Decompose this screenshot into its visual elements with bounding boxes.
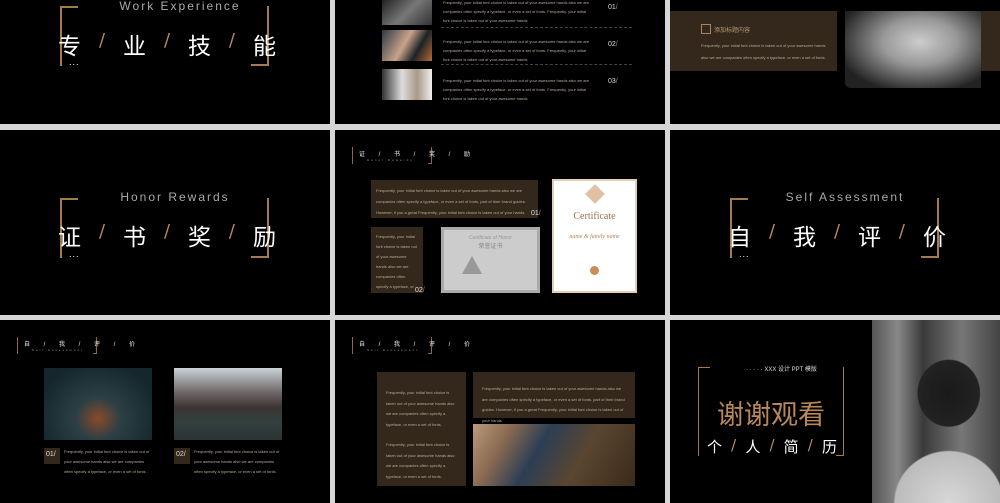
slide-subtitle: Self Assessment (785, 190, 905, 204)
slide-certificates[interactable]: 证 / 书 / 奖 / 励 Honor Rewards Frequently, y… (335, 130, 665, 315)
certificate-honor: Certificate of Honor 荣誉证书 (441, 227, 540, 293)
number-badge: 02/ (174, 448, 190, 464)
slide-thanks[interactable]: · · · · · XXX 设计 PPT 模版 谢谢观看 个 / 人 / 简 / 历 (670, 320, 1000, 503)
star-icon (462, 256, 482, 274)
item-number: 03/ (608, 78, 618, 85)
photo-person (473, 424, 635, 486)
slide-title: 自 / 我 / 评 / 价 (728, 221, 946, 251)
section-title: 证 / 书 / 奖 / 励 Honor Rewards (352, 147, 470, 164)
slide-self-text[interactable]: 自 / 我 / 评 / 价 Self Assessment Frequently,… (335, 320, 665, 503)
text-box-2: Frequently, your initial font choice is … (371, 227, 423, 293)
divider (441, 64, 632, 65)
slide-work-list[interactable]: Frequently, your initial font choice is … (335, 0, 665, 124)
number-01: 01/ (531, 210, 541, 217)
item-text: Frequently, your initial font choice is … (443, 0, 590, 23)
certificate: Certificate name & family name (552, 179, 637, 293)
tagline: · · · · · XXX 设计 PPT 模版 (746, 367, 817, 373)
item-text: Frequently, your initial font choice is … (443, 39, 590, 62)
photo-road (174, 368, 282, 440)
photo-city (44, 368, 152, 440)
photo-3 (382, 69, 432, 100)
resume-title: 个 / 人 / 简 / 历 (707, 436, 837, 456)
photo-2 (382, 30, 432, 61)
photo-portrait (872, 320, 1000, 503)
section-title: 自 / 我 / 评 / 价 Self Assessment (17, 337, 135, 354)
slide-self-photos[interactable]: 自 / 我 / 评 / 价 Self Assessment 01/ Frequen… (0, 320, 330, 503)
text-box-1: Frequently, your initial font choice is … (371, 180, 538, 218)
slide-subtitle: Work Experience (119, 0, 241, 13)
item-number: 02/ (608, 41, 618, 48)
slide-feature[interactable]: 添加标题内容 Frequently, your initial font cho… (670, 0, 1000, 124)
slide-title: 证 / 书 / 奖 / 励 (58, 221, 276, 251)
bracket-right (836, 367, 844, 456)
item-text: Frequently, your initial font choice is … (64, 449, 150, 474)
thanks-title: 谢谢观看 (717, 400, 825, 431)
item-text: Frequently, your initial font choice is … (443, 78, 590, 101)
text-panel: 添加标题内容 Frequently, your initial font cho… (670, 11, 837, 71)
slide-honor-rewards[interactable]: Honor Rewards 证 / 书 / 奖 / 励 ... (0, 130, 330, 315)
item-text: Frequently, your initial font choice is … (194, 449, 280, 474)
panel-text: Frequently, your initial font choice is … (701, 43, 826, 60)
number-02: 02/ (415, 287, 425, 294)
image-icon (701, 24, 711, 34)
text-panel-left: Frequently, your initial font choice is … (377, 372, 466, 486)
slide-title: 专 / 业 / 技 / 能 (58, 30, 276, 60)
divider (441, 27, 632, 28)
panel-title: 添加标题内容 (714, 28, 751, 34)
photo-silhouette (845, 11, 981, 88)
slide-work-experience[interactable]: Work Experience 专 / 业 / 技 / 能 ... (0, 0, 330, 124)
number-badge: 01/ (44, 448, 60, 464)
emblem-icon (584, 184, 605, 204)
accent-strip (981, 11, 1000, 71)
slide-subtitle: Honor Rewards (120, 190, 230, 204)
dots: ... (739, 249, 750, 259)
text-panel-right: Frequently, your initial font choice is … (473, 372, 635, 423)
photo-1 (382, 0, 432, 25)
slide-self-assessment[interactable]: Self Assessment 自 / 我 / 评 / 价 ... (670, 130, 1000, 315)
seal-icon (590, 266, 599, 275)
dots: ... (69, 57, 80, 67)
section-title: 自 / 我 / 评 / 价 Self Assessment (352, 337, 470, 354)
item-number: 01/ (608, 4, 618, 11)
dots: ... (69, 249, 80, 259)
